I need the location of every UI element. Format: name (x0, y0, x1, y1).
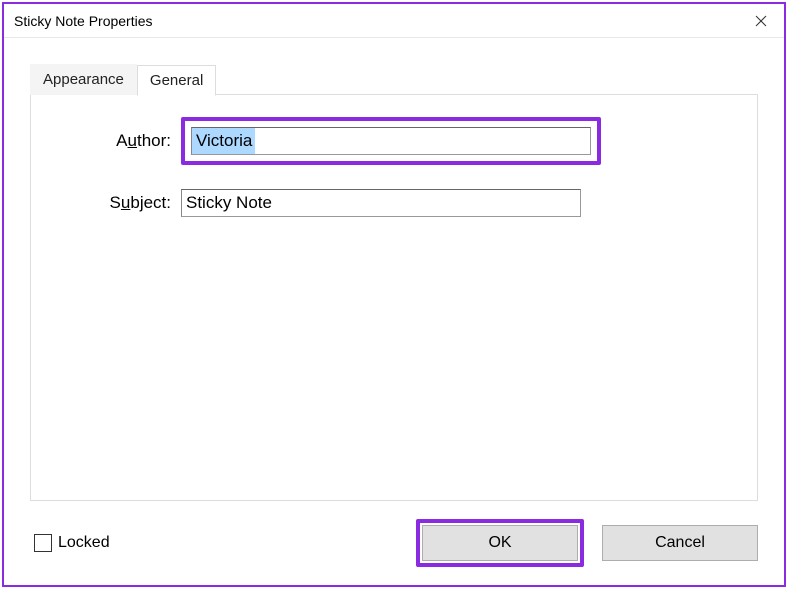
tab-appearance[interactable]: Appearance (30, 64, 137, 95)
titlebar: Sticky Note Properties (4, 4, 784, 38)
bottom-bar: Locked OK Cancel (30, 501, 758, 567)
ok-button[interactable]: OK (422, 525, 578, 561)
dialog-content: Appearance General Author: Subject: (4, 38, 784, 585)
subject-row: Subject: (51, 189, 737, 217)
general-panel: Author: Subject: (30, 94, 758, 501)
properties-dialog: Sticky Note Properties Appearance Genera… (2, 2, 786, 587)
locked-checkbox[interactable] (34, 534, 52, 552)
cancel-button[interactable]: Cancel (602, 525, 758, 561)
subject-input[interactable] (181, 189, 581, 217)
author-row: Author: (51, 117, 737, 165)
subject-label: Subject: (51, 193, 181, 213)
close-button[interactable] (738, 4, 784, 38)
tab-strip: Appearance General (30, 64, 758, 95)
window-title: Sticky Note Properties (14, 13, 153, 29)
locked-label: Locked (58, 534, 110, 552)
author-label: Author: (51, 131, 181, 151)
close-icon (755, 15, 767, 27)
ok-button-highlight: OK (416, 519, 584, 567)
subject-input-wrap (181, 189, 581, 217)
author-input[interactable] (191, 127, 591, 155)
author-input-highlight (181, 117, 601, 165)
tab-general[interactable]: General (137, 65, 216, 96)
dialog-buttons: OK Cancel (416, 519, 758, 567)
locked-group[interactable]: Locked (30, 534, 110, 552)
